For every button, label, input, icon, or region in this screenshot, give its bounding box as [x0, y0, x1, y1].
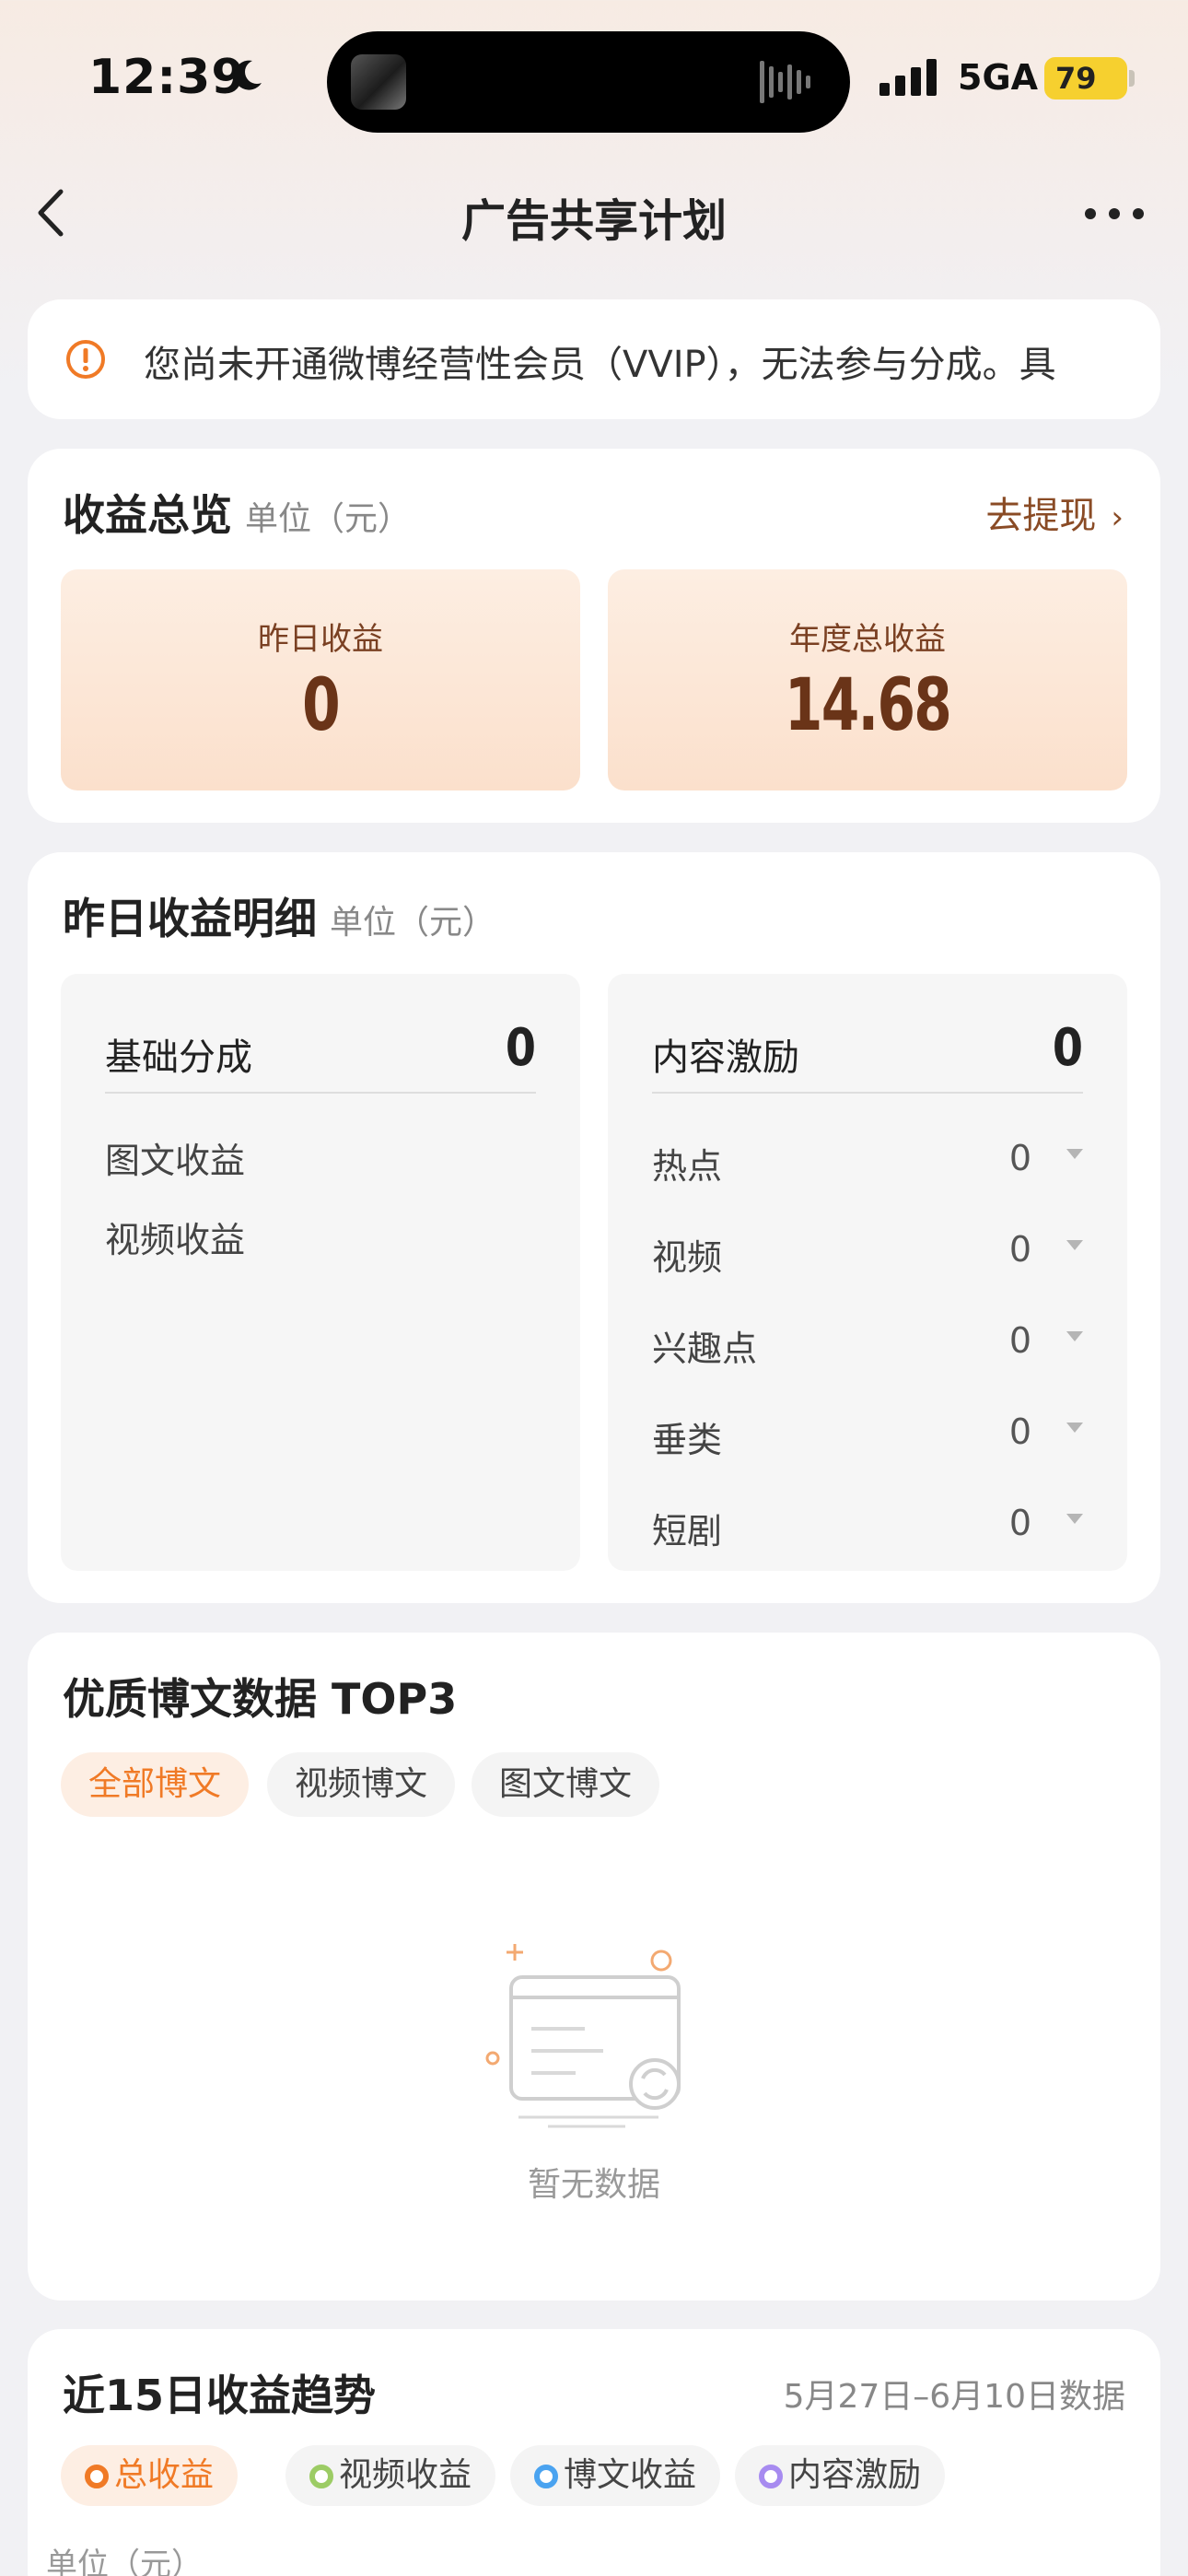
base-share-header: 基础分成 0: [105, 1001, 536, 1094]
withdraw-label: 去提现: [985, 495, 1097, 537]
tab-all-posts[interactable]: 全部博文: [61, 1752, 250, 1817]
network-type: 5GA: [958, 57, 1039, 98]
page-title: 广告共享计划: [460, 195, 727, 247]
content-incentive-label: 内容激励: [652, 1036, 799, 1079]
overview-unit: 单位（元）: [245, 500, 412, 538]
nav-bar: 广告共享计划: [0, 166, 1188, 258]
legend-dot-icon: [534, 2465, 558, 2488]
empty-state-text: 暂无数据: [527, 2166, 660, 2204]
incentive-item-label: 短剧: [652, 1511, 723, 1551]
base-share-value: 0: [505, 1018, 536, 1078]
audio-wave-icon: [760, 61, 810, 103]
incentive-item-video[interactable]: 视频 0: [652, 1229, 1083, 1284]
warning-icon: [66, 340, 105, 379]
dynamic-island[interactable]: [327, 31, 850, 133]
legend-label: 总收益: [114, 2456, 215, 2494]
battery-icon: 79: [1044, 57, 1127, 100]
content-incentive-column: 内容激励 0 热点 0 视频 0 兴趣点 0 垂类 0 短剧 0: [608, 974, 1127, 1571]
album-art-icon: [351, 54, 406, 110]
tab-video-posts[interactable]: 视频博文: [267, 1752, 456, 1817]
base-share-label: 基础分成: [105, 1036, 252, 1079]
detail-unit: 单位（元）: [330, 904, 496, 942]
incentive-item-value: 0: [1008, 1503, 1031, 1543]
notice-text: 您尚未开通微博经营性会员（VVIP），无法参与分成。具: [144, 344, 1056, 386]
annual-earnings-label: 年度总收益: [789, 621, 946, 658]
content-incentive-header: 内容激励 0: [652, 1001, 1083, 1094]
base-item-image-text: 图文收益: [105, 1141, 246, 1181]
detail-title: 昨日收益明细 单位（元）: [63, 885, 495, 946]
legend-total[interactable]: 总收益: [61, 2445, 239, 2506]
tab-image-posts[interactable]: 图文博文: [472, 1752, 660, 1817]
content-incentive-value: 0: [1052, 1018, 1083, 1078]
battery-level: 79: [1055, 61, 1097, 96]
dropdown-triangle-icon: [1066, 1149, 1083, 1159]
date-range: 5月27日–6月10日数据: [783, 2378, 1125, 2416]
base-share-column: 基础分成 0 图文收益 视频收益: [61, 974, 580, 1571]
legend-dot-icon: [309, 2465, 333, 2488]
legend-label: 内容激励: [788, 2456, 922, 2494]
vvip-notice-banner[interactable]: 您尚未开通微博经营性会员（VVIP），无法参与分成。具: [28, 299, 1160, 419]
incentive-item-vertical[interactable]: 垂类 0: [652, 1411, 1083, 1467]
dropdown-triangle-icon: [1066, 1240, 1083, 1250]
incentive-item-interest[interactable]: 兴趣点 0: [652, 1320, 1083, 1376]
trend-title: 近15日收益趋势: [63, 2371, 377, 2420]
yesterday-earnings-label: 昨日收益: [258, 621, 383, 658]
more-icon[interactable]: [1077, 195, 1151, 232]
incentive-item-value: 0: [1008, 1229, 1031, 1270]
legend-label: 视频收益: [339, 2456, 472, 2494]
incentive-item-label: 视频: [652, 1237, 723, 1278]
detail-title-text: 昨日收益明细: [63, 894, 317, 943]
dropdown-triangle-icon: [1066, 1514, 1083, 1524]
trend-unit: 单位（元）: [46, 2547, 203, 2576]
status-bar: 12:39 5GA 79: [0, 0, 1188, 166]
empty-state-icon: [485, 1944, 681, 2128]
legend-posts[interactable]: 博文收益: [510, 2445, 721, 2506]
incentive-item-value: 0: [1008, 1411, 1031, 1452]
incentive-item-label: 兴趣点: [652, 1329, 758, 1369]
dropdown-triangle-icon: [1066, 1423, 1083, 1433]
legend-video[interactable]: 视频收益: [285, 2445, 496, 2506]
incentive-item-value: 0: [1008, 1138, 1031, 1178]
yesterday-earnings-value: 0: [302, 664, 341, 747]
top3-title: 优质博文数据 TOP3: [63, 1674, 458, 1724]
earnings-overview-card: 收益总览 单位（元） 去提现 › 昨日收益 0 年度总收益 14.68: [28, 449, 1160, 823]
chevron-right-icon: ›: [1111, 499, 1124, 536]
overview-title-text: 收益总览: [63, 490, 232, 540]
back-icon[interactable]: [28, 181, 74, 245]
top3-posts-card: 优质博文数据 TOP3 全部博文 视频博文 图文博文 暂无数据: [28, 1633, 1160, 2301]
yesterday-earnings-box: 昨日收益 0: [61, 569, 580, 790]
notice-fade: [1077, 299, 1160, 419]
legend-dot-icon: [759, 2465, 783, 2488]
incentive-item-label: 垂类: [652, 1420, 723, 1460]
legend-content[interactable]: 内容激励: [735, 2445, 946, 2506]
base-item-video: 视频收益: [105, 1220, 246, 1260]
dropdown-triangle-icon: [1066, 1331, 1083, 1341]
legend-dot-icon: [85, 2465, 109, 2488]
incentive-item-short-drama[interactable]: 短剧 0: [652, 1503, 1083, 1558]
incentive-item-hotspot[interactable]: 热点 0: [652, 1138, 1083, 1193]
yesterday-detail-card: 昨日收益明细 单位（元） 基础分成 0 图文收益 视频收益 内容激励 0 热点 0…: [28, 852, 1160, 1603]
legend-label: 博文收益: [564, 2456, 697, 2494]
withdraw-button[interactable]: 去提现 ›: [985, 486, 1124, 539]
trend-card: 近15日收益趋势 5月27日–6月10日数据 总收益 视频收益 博文收益 内容激…: [28, 2329, 1160, 2576]
signal-icon: [879, 59, 937, 96]
overview-title: 收益总览 单位（元）: [63, 482, 411, 543]
status-time: 12:39: [88, 50, 246, 105]
moon-icon: [234, 60, 262, 90]
incentive-item-value: 0: [1008, 1320, 1031, 1361]
annual-earnings-value: 14.68: [784, 664, 952, 747]
incentive-item-label: 热点: [652, 1146, 723, 1187]
annual-earnings-box: 年度总收益 14.68: [608, 569, 1127, 790]
battery-cap: [1129, 70, 1135, 87]
